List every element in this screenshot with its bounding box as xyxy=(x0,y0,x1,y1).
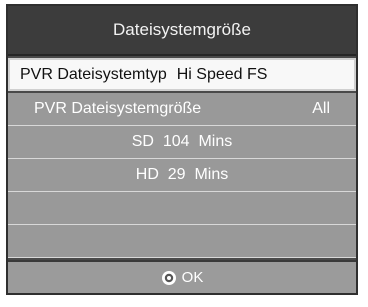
sd-format-label: SD xyxy=(131,133,154,150)
ok-label: OK xyxy=(181,269,204,286)
menu-item-pvr-filesystem-size[interactable]: PVR Dateisystemgröße All xyxy=(8,93,356,126)
dialog-footer: OK xyxy=(8,260,356,293)
hd-capacity-row: HD 29 Mins xyxy=(8,159,356,192)
empty-row xyxy=(8,225,356,258)
pvr-filesystem-type-label: PVR Dateisystemtyp xyxy=(20,65,167,83)
sd-capacity-row: SD 104 Mins xyxy=(8,126,356,159)
hd-minutes-value: 29 xyxy=(167,166,186,183)
pvr-filesystem-size-dialog: Dateisystemgröße PVR Dateisystemtyp Hi S… xyxy=(6,4,358,295)
hd-minutes-unit: Mins xyxy=(194,166,229,183)
pvr-filesystem-type-value: Hi Speed FS xyxy=(176,65,268,83)
hd-format-label: HD xyxy=(135,166,159,183)
pvr-filesystem-size-value: All xyxy=(312,100,330,117)
pvr-filesystem-size-label: PVR Dateisystemgröße xyxy=(34,100,202,117)
sd-minutes-value: 104 xyxy=(162,133,190,150)
ok-circle-icon xyxy=(161,270,177,286)
menu-item-pvr-filesystem-type[interactable]: PVR Dateisystemtyp Hi Speed FS xyxy=(8,58,356,91)
sd-minutes-unit: Mins xyxy=(198,133,233,150)
ok-button[interactable]: OK xyxy=(161,269,204,286)
empty-row xyxy=(8,192,356,225)
dialog-title: Dateisystemgröße xyxy=(8,6,356,56)
